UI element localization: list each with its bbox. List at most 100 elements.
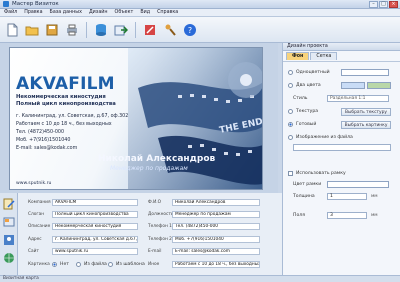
panel-title: Дизайн проекта — [287, 44, 328, 49]
option-texture[interactable]: Текстура — [288, 109, 318, 114]
card-website: www.sputnik.ru — [16, 181, 52, 186]
design-panel: Дизайн проекта Фон Сетка Одноцветный Два… — [282, 43, 400, 275]
option-two-colors[interactable]: Два цвета — [288, 83, 321, 88]
picture-none-option[interactable]: Нет — [52, 262, 69, 267]
menu-help[interactable]: Справка — [157, 10, 178, 15]
side-toolbar — [0, 193, 18, 275]
stamp-button[interactable] — [162, 21, 178, 39]
save-button[interactable] — [44, 21, 60, 39]
phone1-field[interactable]: Тел. (4872)450-000 — [172, 223, 260, 230]
description-label: Описание — [28, 224, 51, 229]
title-bar: Мастер Визиток – □ × — [0, 0, 400, 9]
database-button[interactable] — [93, 21, 109, 39]
email-field[interactable]: E-mail: sales@kodak.com — [172, 248, 260, 255]
fio-field[interactable]: Николай Александров — [172, 199, 260, 206]
minimize-button[interactable]: – — [369, 1, 378, 8]
color-a-swatch[interactable] — [341, 82, 365, 89]
help-button[interactable]: ? — [182, 21, 198, 39]
svg-text:?: ? — [188, 26, 192, 35]
card-layout-button[interactable] — [3, 216, 15, 228]
frame-color-swatch[interactable] — [327, 181, 389, 188]
picture-file-label: Из файла — [84, 262, 107, 267]
radio-two-colors[interactable] — [288, 83, 293, 88]
card-globe-button[interactable] — [3, 252, 15, 264]
card-phone: Тел. (4872)450-000 — [16, 130, 64, 135]
globe-icon — [3, 253, 14, 263]
card-email: E-mail: sales@kodak.com — [16, 146, 78, 151]
slogan-field[interactable]: Полный цикл кинопроизводства — [52, 211, 138, 218]
help-icon: ? — [184, 23, 196, 36]
picture-template-option[interactable]: Из шаблона — [108, 262, 145, 267]
picture-none-label: Нет — [60, 262, 69, 267]
option-solid-label: Одноцветный — [296, 70, 330, 75]
card-person-role: Менеджер по продажам — [110, 165, 188, 172]
phone2-field[interactable]: Моб. +7(916)1501040 — [172, 236, 260, 243]
tools-button[interactable] — [142, 21, 158, 39]
new-file-icon — [7, 23, 18, 36]
menu-object[interactable]: Объект — [115, 10, 134, 15]
radio-picture-template[interactable] — [108, 262, 113, 267]
option-texture-label: Текстура — [296, 109, 319, 114]
site-label: Сайт — [28, 249, 39, 254]
company-label: Компания — [28, 200, 51, 205]
radio-solid[interactable] — [288, 70, 293, 75]
tab-grid[interactable]: Сетка — [310, 52, 338, 60]
business-card-preview[interactable]: THE END AKVAFILM Некоммерческая киностуд… — [9, 47, 263, 190]
description-field[interactable]: Некоммерческая киностудия — [52, 223, 138, 230]
open-button[interactable] — [24, 21, 40, 39]
option-ready[interactable]: Готовый — [288, 122, 316, 127]
window-title: Мастер Визиток — [12, 1, 59, 7]
option-solid[interactable]: Одноцветный — [288, 70, 330, 75]
card-text-button[interactable] — [3, 198, 15, 210]
fio-label: Ф.И.О — [148, 200, 162, 205]
edit-icon — [3, 198, 15, 210]
choose-picture-button[interactable]: Выбрать картинку — [341, 121, 391, 129]
color-b-swatch[interactable] — [367, 82, 391, 89]
style-select[interactable]: Раздельная 1:1 — [327, 95, 389, 102]
solid-color-swatch[interactable] — [341, 69, 389, 76]
image-path-field[interactable] — [293, 144, 391, 151]
thickness-label: Толщина — [293, 194, 315, 199]
other-label: Иное — [148, 262, 160, 267]
radio-image-file[interactable] — [288, 135, 293, 140]
use-frame-option[interactable]: Использовать рамку — [288, 171, 346, 176]
menu-database[interactable]: База данных — [50, 10, 82, 15]
radio-texture[interactable] — [288, 109, 293, 114]
card-address: г. Калининград, ул. Советская, д.67, оф.… — [16, 114, 129, 119]
menu-design[interactable]: Дизайн — [89, 10, 108, 15]
new-file-button[interactable] — [4, 21, 20, 39]
option-ready-label: Готовый — [296, 122, 317, 127]
tab-background[interactable]: Фон — [286, 52, 310, 60]
thickness-input[interactable]: 1 — [327, 193, 367, 200]
option-image-file[interactable]: Изображение из файла — [288, 135, 353, 140]
tools-icon — [145, 24, 155, 35]
export-button[interactable] — [113, 21, 129, 39]
app-icon — [3, 1, 9, 7]
card-tagline-1: Некоммерческая киностудия — [16, 94, 106, 100]
print-button[interactable] — [64, 21, 80, 39]
database-icon — [96, 23, 106, 36]
radio-ready[interactable] — [288, 122, 293, 127]
menu-edit[interactable]: Правка — [24, 10, 42, 15]
choose-texture-button[interactable]: Выбрать текстуру — [341, 108, 391, 116]
company-field[interactable]: AKVAFILM — [52, 199, 138, 206]
site-field[interactable]: www.sputnik.ru — [52, 248, 138, 255]
picture-file-option[interactable]: Из файла — [76, 262, 107, 267]
maximize-button[interactable]: □ — [379, 1, 388, 8]
radio-picture-none[interactable] — [52, 262, 57, 267]
close-button[interactable]: × — [389, 1, 398, 8]
address-field[interactable]: г. Калининград, ул. Советская д.67, оф.3… — [52, 236, 138, 243]
slogan-label: Слоган — [28, 212, 45, 217]
export-icon — [114, 25, 128, 35]
other-field[interactable]: Работаем с 10 до 18 ч., без выходных — [172, 261, 260, 268]
stamp-icon — [165, 24, 176, 36]
menu-file[interactable]: Файл — [4, 10, 17, 15]
radio-picture-file[interactable] — [76, 262, 81, 267]
card-hours: Работаем с 10 до 18 ч., без выходных — [16, 122, 112, 127]
card-contacts-button[interactable] — [3, 234, 15, 246]
use-frame-checkbox[interactable] — [288, 171, 293, 176]
menu-view[interactable]: Вид — [140, 10, 150, 15]
post-field[interactable]: Менеджер по продажам — [172, 211, 260, 218]
margins-label: Поля — [293, 213, 305, 218]
margins-input[interactable]: 3 — [327, 212, 367, 219]
